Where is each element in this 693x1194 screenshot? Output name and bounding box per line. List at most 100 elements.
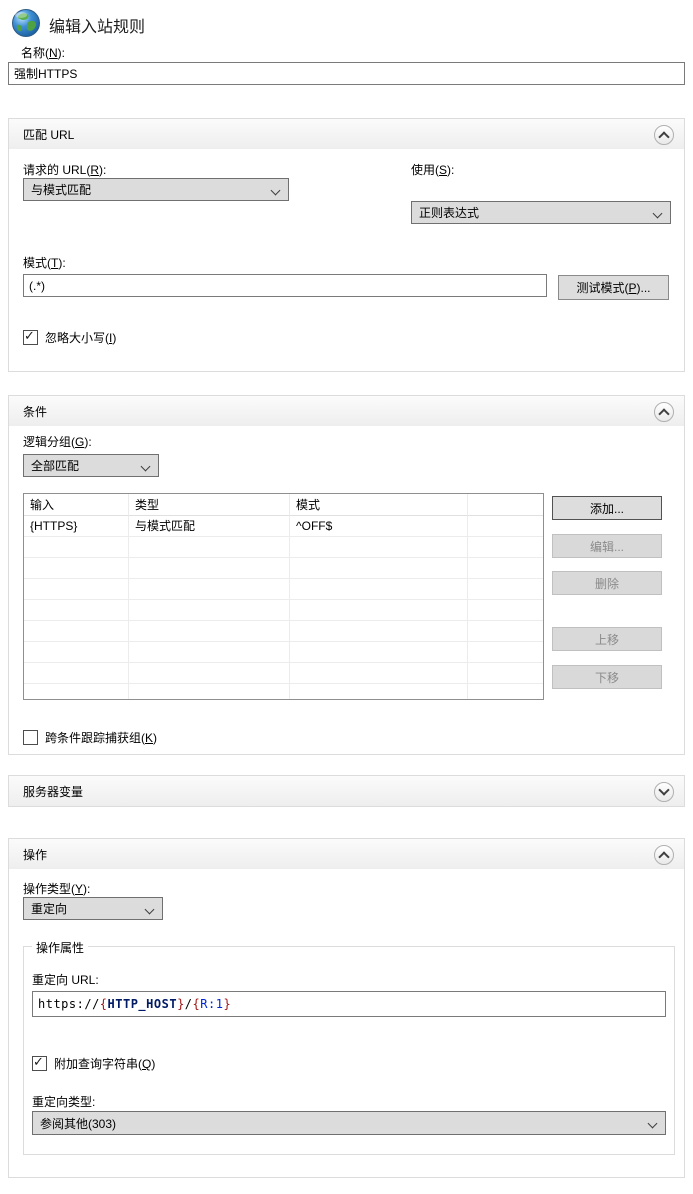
column-header[interactable]: 输入 bbox=[24, 494, 129, 516]
dialog-title: 编辑入站规则 bbox=[49, 13, 145, 37]
chevron-down-icon bbox=[271, 186, 281, 196]
section-match-url: 匹配 URL 请求的 URL(R): 与模式匹配 使用(S): 正则表达式 模式… bbox=[8, 118, 685, 372]
server-variables-header[interactable]: 服务器变量 bbox=[9, 776, 684, 806]
table-cell bbox=[24, 663, 129, 684]
column-header[interactable]: 模式 bbox=[290, 494, 468, 516]
pattern-label: 模式(T): bbox=[23, 254, 66, 271]
conditions-table-header: 输入类型模式 bbox=[24, 494, 543, 516]
redirect-url-input[interactable]: https://{HTTP_HOST}/{R:1} bbox=[32, 991, 666, 1017]
chevron-down-icon bbox=[141, 462, 151, 472]
logical-grouping-dropdown[interactable]: 全部匹配 bbox=[23, 454, 159, 477]
empty-row bbox=[24, 600, 543, 621]
logical-grouping-selected: 全部匹配 bbox=[31, 457, 79, 474]
table-cell bbox=[129, 684, 290, 700]
globe-icon bbox=[10, 7, 42, 39]
append-query-string-checkbox[interactable] bbox=[32, 1056, 47, 1071]
table-cell bbox=[129, 579, 290, 600]
table-cell bbox=[24, 537, 129, 558]
table-cell bbox=[129, 558, 290, 579]
move-down-button[interactable]: 下移 bbox=[552, 665, 662, 689]
table-cell bbox=[468, 537, 543, 558]
table-cell: 与模式匹配 bbox=[129, 516, 290, 537]
url-segment: / bbox=[185, 997, 193, 1011]
empty-row bbox=[24, 621, 543, 642]
chevron-up-icon bbox=[658, 851, 669, 862]
test-pattern-button[interactable]: 测试模式(P)... bbox=[558, 275, 669, 300]
table-cell bbox=[24, 642, 129, 663]
chevron-down-icon bbox=[648, 1119, 658, 1129]
section-action: 操作 操作类型(Y): 重定向 操作属性 重定向 URL: https://{H… bbox=[8, 838, 685, 1178]
chevron-up-icon bbox=[658, 408, 669, 419]
table-cell: {HTTPS} bbox=[24, 516, 129, 537]
empty-row bbox=[24, 558, 543, 579]
ignore-case-row: 忽略大小写(I) bbox=[23, 329, 116, 346]
table-cell bbox=[129, 600, 290, 621]
redirect-url-value: https://{HTTP_HOST}/{R:1} bbox=[38, 997, 231, 1011]
empty-row bbox=[24, 537, 543, 558]
conditions-title: 条件 bbox=[23, 403, 47, 420]
empty-row bbox=[24, 579, 543, 600]
edit-button[interactable]: 编辑... bbox=[552, 534, 662, 558]
table-cell bbox=[290, 600, 468, 621]
conditions-table-body: {HTTPS}与模式匹配^OFF$ bbox=[24, 516, 543, 700]
column-header[interactable] bbox=[468, 494, 543, 516]
expand-server-variables-button[interactable] bbox=[654, 782, 674, 802]
table-cell bbox=[290, 621, 468, 642]
delete-button[interactable]: 删除 bbox=[552, 571, 662, 595]
action-header[interactable]: 操作 bbox=[9, 839, 684, 869]
url-segment: HTTP_HOST bbox=[108, 997, 178, 1011]
logical-grouping-label: 逻辑分组(G): bbox=[23, 433, 92, 450]
name-label: 名称(N): bbox=[21, 44, 65, 61]
add-button[interactable]: 添加... bbox=[552, 496, 662, 520]
condition-row[interactable]: {HTTPS}与模式匹配^OFF$ bbox=[24, 516, 543, 537]
empty-row bbox=[24, 642, 543, 663]
section-server-variables: 服务器变量 bbox=[8, 775, 685, 807]
table-cell bbox=[468, 516, 543, 537]
table-cell bbox=[24, 621, 129, 642]
table-cell bbox=[129, 537, 290, 558]
ignore-case-label: 忽略大小写(I) bbox=[45, 329, 116, 346]
table-cell bbox=[468, 663, 543, 684]
table-cell bbox=[290, 684, 468, 700]
track-capture-groups-checkbox[interactable] bbox=[23, 730, 38, 745]
redirect-url-label: 重定向 URL: bbox=[32, 971, 99, 988]
empty-row bbox=[24, 663, 543, 684]
table-cell bbox=[129, 642, 290, 663]
pattern-input[interactable] bbox=[23, 274, 547, 297]
table-cell bbox=[24, 600, 129, 621]
requested-url-dropdown[interactable]: 与模式匹配 bbox=[23, 178, 289, 201]
append-query-string-row: 附加查询字符串(Q) bbox=[32, 1055, 155, 1072]
table-cell bbox=[290, 579, 468, 600]
conditions-header[interactable]: 条件 bbox=[9, 396, 684, 426]
url-segment: https:// bbox=[38, 997, 100, 1011]
redirect-type-label: 重定向类型: bbox=[32, 1093, 95, 1110]
using-selected: 正则表达式 bbox=[419, 204, 479, 221]
server-variables-title: 服务器变量 bbox=[23, 783, 83, 800]
table-cell bbox=[468, 684, 543, 700]
ignore-case-checkbox[interactable] bbox=[23, 330, 38, 345]
collapse-match-url-button[interactable] bbox=[654, 125, 674, 145]
action-type-selected: 重定向 bbox=[31, 900, 67, 917]
action-type-label: 操作类型(Y): bbox=[23, 880, 90, 897]
table-cell bbox=[468, 579, 543, 600]
url-segment: R:1 bbox=[200, 997, 223, 1011]
table-cell bbox=[290, 537, 468, 558]
move-up-button[interactable]: 上移 bbox=[552, 627, 662, 651]
table-cell bbox=[290, 558, 468, 579]
redirect-type-dropdown[interactable]: 参阅其他(303) bbox=[32, 1111, 666, 1135]
chevron-down-icon bbox=[653, 209, 663, 219]
name-input[interactable] bbox=[8, 62, 685, 85]
section-conditions: 条件 逻辑分组(G): 全部匹配 输入类型模式 {HTTPS}与模式匹配^OFF… bbox=[8, 395, 685, 755]
table-cell bbox=[290, 663, 468, 684]
match-url-header[interactable]: 匹配 URL bbox=[9, 119, 684, 149]
action-type-dropdown[interactable]: 重定向 bbox=[23, 897, 163, 920]
chevron-up-icon bbox=[658, 131, 669, 142]
redirect-type-selected: 参阅其他(303) bbox=[40, 1115, 116, 1132]
requested-url-selected: 与模式匹配 bbox=[31, 181, 91, 198]
requested-url-label: 请求的 URL(R): bbox=[23, 161, 106, 178]
track-capture-groups-row: 跨条件跟踪捕获组(K) bbox=[23, 729, 157, 746]
using-dropdown[interactable]: 正则表达式 bbox=[411, 201, 671, 224]
collapse-action-button[interactable] bbox=[654, 845, 674, 865]
column-header[interactable]: 类型 bbox=[129, 494, 290, 516]
collapse-conditions-button[interactable] bbox=[654, 402, 674, 422]
